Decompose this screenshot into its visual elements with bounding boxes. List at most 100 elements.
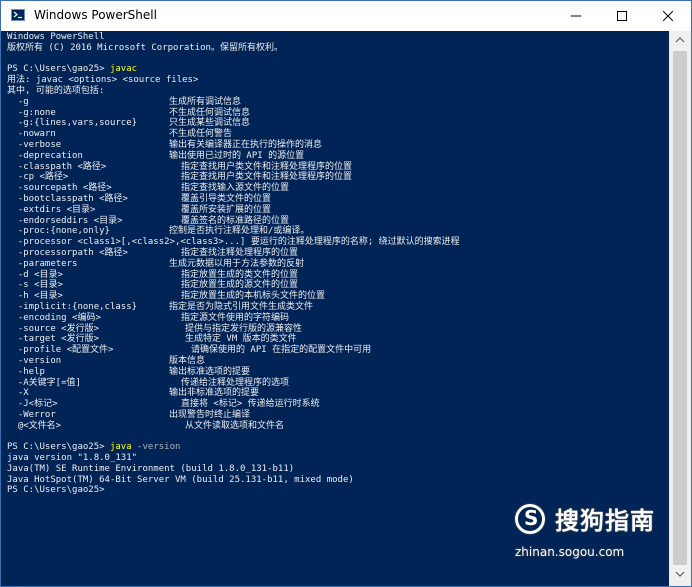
console-line-text: -parameters <box>7 258 78 269</box>
console-line: -g 生成所有调试信息 <box>7 97 460 108</box>
sogou-logo-icon: S <box>515 504 545 534</box>
console-line: -help 输出标准选项的提要 <box>7 367 460 378</box>
console-line: -Werror 出现警告时终止编译 <box>7 410 460 421</box>
console-line: -target <发行版> 生成特定 VM 版本的类文件 <box>7 334 460 345</box>
console-output: Windows PowerShell 版权所有 (C) 2016 Microsof… <box>7 32 460 496</box>
console-option-description: 只生成某些调试信息 <box>169 118 251 129</box>
console-line: -endorseddirs <目录> 覆盖签名的标准路径的位置 <box>7 216 460 227</box>
console-option-description: 指定放置生成的本机标头文件的位置 <box>181 291 326 302</box>
console-line: PS C:\Users\gao25> <box>7 485 460 496</box>
console-option-description: 生成元数据以用于方法参数的反射 <box>169 258 305 269</box>
console-line-text: @<文件名> <box>7 420 62 431</box>
console-line: -classpath <路径> 指定查找用户类文件和注释处理程序的位置 <box>7 162 460 173</box>
close-icon <box>663 11 673 21</box>
console-line: Windows PowerShell <box>7 32 460 43</box>
console-line: -h <目录> 指定放置生成的本机标头文件的位置 <box>7 291 460 302</box>
console-line: -verbose 输出有关编译器正在执行的操作的消息 <box>7 140 460 151</box>
console-command: javac <box>109 64 138 75</box>
console-option-description: 出现警告时终止编译 <box>169 409 251 420</box>
console-option-description: 不生成任何警告 <box>169 129 233 140</box>
console-line-text: -processorpath <路径> <box>7 247 128 258</box>
console-line: -extdirs <目录> 覆盖所安装扩展的位置 <box>7 205 460 216</box>
console-line: -source <发行版> 提供与指定发行版的源兼容性 <box>7 324 460 335</box>
console-option-description: 输出有关编译器正在执行的操作的消息 <box>169 139 323 150</box>
console-line: java version "1.8.0_131" <box>7 453 460 464</box>
console-line-text: -g <box>7 96 29 107</box>
console-line: -X 输出非标准选项的提要 <box>7 388 460 399</box>
console-line: -cp <路径> 指定查找用户类文件和注释处理程序的位置 <box>7 172 460 183</box>
console-option-description: 指定源文件使用的字符编码 <box>181 312 290 323</box>
console-option-description: 指定查找注释处理程序的位置 <box>181 247 299 258</box>
console-line-text: Java HotSpot(TM) 64-Bit Server VM (build… <box>7 474 354 485</box>
console-line-text: 版权所有 (C) 2016 Microsoft Corporation。保留所有… <box>7 42 283 53</box>
console-line-text: -X <box>7 388 29 399</box>
console-line-text: -A关键字[=值] <box>7 377 81 388</box>
console-line: -g:{lines,vars,source} 只生成某些调试信息 <box>7 118 460 129</box>
console-line: -s <目录> 指定放置生成的源文件的位置 <box>7 280 460 291</box>
console-line: -deprecation 输出使用已过时的 API 的源位置 <box>7 151 460 162</box>
close-button[interactable] <box>645 1 691 31</box>
console-option-description: 提供与指定发行版的源兼容性 <box>185 323 303 334</box>
scroll-thumb[interactable] <box>673 51 687 565</box>
sogou-watermark: S 搜狗指南 zhinan.sogou.com <box>515 501 675 571</box>
scroll-up-icon[interactable] <box>675 37 685 43</box>
console-line: -parameters 生成元数据以用于方法参数的反射 <box>7 259 460 270</box>
console-line-text: 其中, 可能的选项包括: <box>7 85 105 96</box>
console-line-text: -J<标记> <box>7 399 58 410</box>
console-option-description: 控制是否执行注释处理和/或编译。 <box>169 226 310 237</box>
console-option-description: 输出使用已过时的 API 的源位置 <box>169 150 305 161</box>
console-option-description: 指定查找用户类文件和注释处理程序的位置 <box>181 161 353 172</box>
console-line: -g:none 不生成任何调试信息 <box>7 108 460 119</box>
console-option-description: 传递给注释处理程序的选项 <box>181 377 290 388</box>
console-line: -encoding <编码> 指定源文件使用的字符编码 <box>7 313 460 324</box>
console-line: -processorpath <路径> 指定查找注释处理程序的位置 <box>7 248 460 259</box>
window-title: Windows PowerShell <box>34 8 157 22</box>
console-line-text: -source <发行版> <box>7 323 100 334</box>
console-line: PS C:\Users\gao25> java -version <box>7 442 460 453</box>
console-line: 其中, 可能的选项包括: <box>7 86 460 97</box>
console-line-text: PS C:\Users\gao25> <box>7 64 110 75</box>
console-line-text: -processor <class1>[,<class2>,<class3>..… <box>7 237 460 248</box>
minimize-icon <box>571 15 581 17</box>
console-option-description: 输出标准选项的提要 <box>169 366 251 377</box>
console-line: -J<标记> 直接将 <标记> 传递给运行时系统 <box>7 399 460 410</box>
console-option-description: 从文件读取选项和文件名 <box>185 420 285 431</box>
console-option-description: 输出非标准选项的提要 <box>169 388 260 399</box>
scroll-down-icon[interactable] <box>675 571 685 577</box>
console-line-text: -endorseddirs <目录> <box>7 215 123 226</box>
console-option-description: 生成所有调试信息 <box>169 96 242 107</box>
console-line: -sourcepath <路径> 指定查找输入源文件的位置 <box>7 183 460 194</box>
console-line: 用法: javac <options> <source files> <box>7 75 460 86</box>
console-line-text: -verbose <box>7 139 62 150</box>
console-option-description: 覆盖所安装扩展的位置 <box>181 204 272 215</box>
console-line-text: -sourcepath <路径> <box>7 183 112 194</box>
minimize-button[interactable] <box>553 1 599 31</box>
title-bar[interactable]: Windows PowerShell <box>1 1 691 31</box>
console-option-description: 直接将 <标记> 传递给运行时系统 <box>181 399 320 410</box>
console-option-description: 请确保使用的 API 在指定的配置文件中可用 <box>191 345 372 356</box>
console-option-description: 指定放置生成的源文件的位置 <box>181 280 299 291</box>
console-option-description: 不生成任何调试信息 <box>169 107 251 118</box>
console-line: -processor <class1>[,<class2>,<class3>..… <box>7 237 460 248</box>
console-line-text: -cp <路径> <box>7 172 69 183</box>
console-line-text: -bootclasspath <路径> <box>7 193 128 204</box>
console-option-description: 指定是否为隐式引用文件生成类文件 <box>169 301 314 312</box>
console-line-text: -help <box>7 366 45 377</box>
console-line-text: PS C:\Users\gao25> <box>7 485 105 496</box>
console-line-text: -implicit:{none,class} <box>7 301 138 312</box>
console-line: Java HotSpot(TM) 64-Bit Server VM (build… <box>7 475 460 486</box>
console-option-description: 生成特定 VM 版本的类文件 <box>185 334 297 345</box>
console-option-description: 指定查找输入源文件的位置 <box>181 183 290 194</box>
maximize-button[interactable] <box>599 1 645 31</box>
powershell-icon[interactable] <box>11 9 25 21</box>
console-option-description: 覆盖签名的标准路径的位置 <box>181 215 290 226</box>
console-line-text: -extdirs <目录> <box>7 204 96 215</box>
console-line-text: -d <目录> <box>7 269 63 280</box>
console-line: Java(TM) SE Runtime Environment (build 1… <box>7 464 460 475</box>
console-line-text: java version "1.8.0_131" <box>7 453 138 464</box>
console-command: java <box>109 442 132 453</box>
console-line-text: -version <box>7 355 62 366</box>
watermark-url: zhinan.sogou.com <box>515 545 625 559</box>
console-line-text: -g:none <box>7 107 56 118</box>
